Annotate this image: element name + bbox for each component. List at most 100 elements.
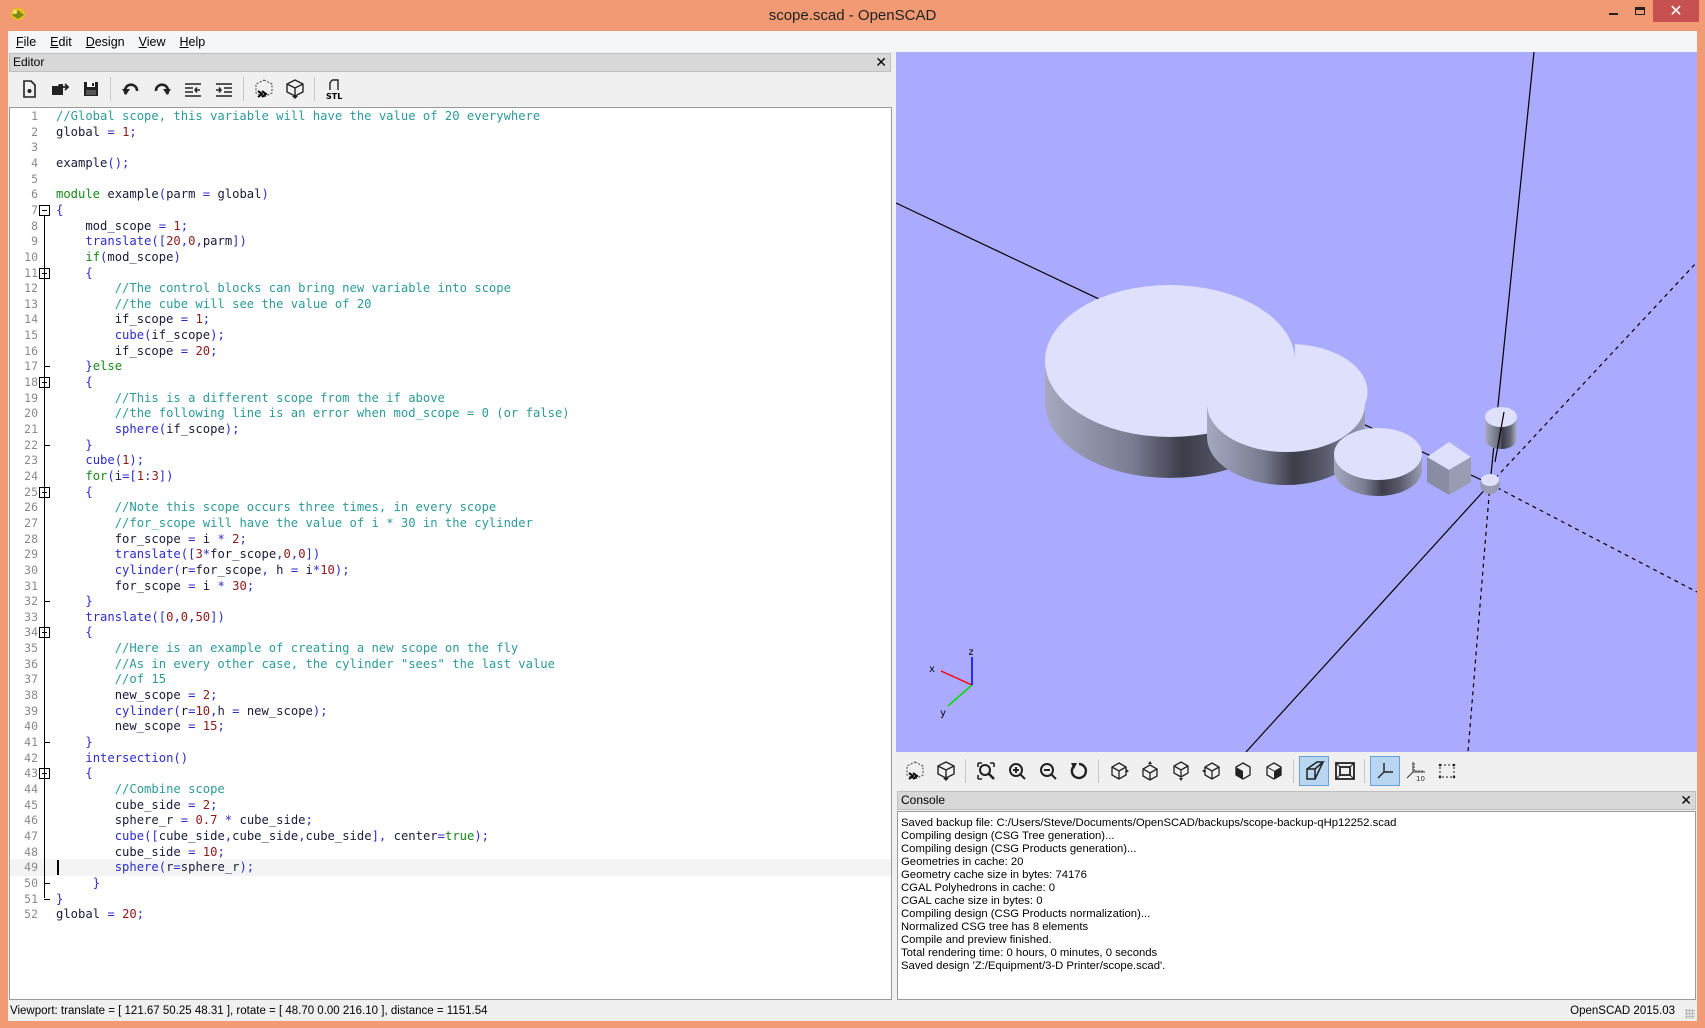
minimize-button[interactable]	[1598, 0, 1628, 22]
code-line[interactable]: 6 module example(parm = global)	[10, 186, 891, 203]
code-line[interactable]: 50 }	[10, 875, 891, 892]
code-line[interactable]: 30 cylinder(r=for_scope, h = i*10);	[10, 562, 891, 579]
code-line[interactable]: 24 for(i=[1:3])	[10, 468, 891, 485]
code-line[interactable]: 29 translate([3*for_scope,0,0])	[10, 546, 891, 563]
code-line[interactable]: 10 if(mod_scope)	[10, 249, 891, 266]
code-line[interactable]: 25 {	[10, 484, 891, 501]
new-file-button[interactable]	[14, 74, 44, 104]
code-line[interactable]: 36 //As in every other case, the cylinde…	[10, 656, 891, 673]
maximize-button[interactable]	[1625, 0, 1655, 22]
code-line[interactable]: 46 sphere_r = 0.7 * cube_side;	[10, 812, 891, 829]
code-line[interactable]: 26 //Note this scope occurs three times,…	[10, 499, 891, 516]
code-line[interactable]: 32 }	[10, 593, 891, 610]
show-axes-button[interactable]	[1370, 756, 1400, 786]
code-line[interactable]: 1 //Global scope, this variable will have…	[10, 108, 891, 125]
zoom-in-button[interactable]	[1002, 756, 1032, 786]
view-bottom-button[interactable]	[1166, 756, 1196, 786]
code-line[interactable]: 4 example();	[10, 155, 891, 172]
reset-view-button[interactable]	[1064, 756, 1094, 786]
code-line[interactable]: 17 }else	[10, 358, 891, 375]
code-line[interactable]: 51}	[10, 891, 891, 908]
zoom-out-button[interactable]	[1033, 756, 1063, 786]
console-output[interactable]: Saved backup file: C:/Users/Steve/Docume…	[897, 811, 1696, 1000]
save-file-button[interactable]	[76, 74, 106, 104]
code-line[interactable]: 12 //The control blocks can bring new va…	[10, 280, 891, 297]
console-close-button[interactable]: ✕	[1680, 792, 1692, 808]
code-line[interactable]: 14 if_scope = 1;	[10, 311, 891, 328]
code-line[interactable]: 39 cylinder(r=10,h = new_scope);	[10, 703, 891, 720]
code-line[interactable]: 48 cube_side = 10;	[10, 844, 891, 861]
line-number: 42	[24, 750, 38, 765]
view-all-button[interactable]	[971, 756, 1001, 786]
code-line[interactable]: 19 //This is a different scope from the …	[10, 390, 891, 407]
code-line[interactable]: 52 global = 20;	[10, 906, 891, 923]
unindent-button[interactable]	[178, 74, 208, 104]
code-line[interactable]: 23 cube(1);	[10, 452, 891, 469]
fold-toggle[interactable]	[39, 265, 51, 282]
code-line[interactable]: 5	[10, 171, 891, 188]
fold-toggle[interactable]	[39, 484, 51, 501]
fold-toggle[interactable]	[39, 624, 51, 641]
code-line[interactable]: 15 cube(if_scope);	[10, 327, 891, 344]
resize-grip[interactable]	[1685, 1009, 1695, 1019]
view-top-button[interactable]	[1135, 756, 1165, 786]
orthogonal-button[interactable]	[1330, 756, 1360, 786]
code-line[interactable]: 41 }	[10, 734, 891, 751]
code-line[interactable]: 47 cube([cube_side,cube_side,cube_side],…	[10, 828, 891, 845]
code-line[interactable]: 45 cube_side = 2;	[10, 797, 891, 814]
view-front-button[interactable]	[1228, 756, 1258, 786]
code-line[interactable]: 16 if_scope = 20;	[10, 343, 891, 360]
render-button[interactable]	[280, 74, 310, 104]
open-file-button[interactable]	[45, 74, 75, 104]
fold-toggle[interactable]	[39, 374, 51, 391]
indent-button[interactable]	[209, 74, 239, 104]
code-line[interactable]: 8 mod_scope = 1;	[10, 218, 891, 235]
code-line[interactable]: 2 global = 1;	[10, 124, 891, 141]
preview-button[interactable]	[249, 74, 279, 104]
code-line[interactable]: 34 {	[10, 624, 891, 641]
code-line[interactable]: 33 translate([0,0,50])	[10, 609, 891, 626]
code-line[interactable]: 38 new_scope = 2;	[10, 687, 891, 704]
code-line[interactable]: 31 for_scope = i * 30;	[10, 578, 891, 595]
perspective-button[interactable]	[1299, 756, 1329, 786]
view-right-button[interactable]	[1104, 756, 1134, 786]
menu-design[interactable]: Design	[86, 35, 125, 49]
3d-viewport[interactable]: x y z	[896, 52, 1697, 752]
menu-file[interactable]: File	[16, 35, 36, 49]
code-line[interactable]: 49 sphere(r=sphere_r);	[10, 859, 891, 877]
show-scale-markers-button[interactable]: 10	[1401, 756, 1431, 786]
view-back-button[interactable]	[1259, 756, 1289, 786]
code-line[interactable]: 22 }	[10, 437, 891, 454]
view-left-button[interactable]	[1197, 756, 1227, 786]
code-line[interactable]: 3	[10, 139, 891, 156]
code-line[interactable]: 40 new_scope = 15;	[10, 718, 891, 735]
code-line[interactable]: 18 {	[10, 374, 891, 391]
export-stl-button[interactable]: STL	[320, 74, 350, 104]
code-editor[interactable]: 1 //Global scope, this variable will have…	[9, 107, 892, 1000]
code-line[interactable]: 43 {	[10, 765, 891, 782]
show-edges-button[interactable]	[1432, 756, 1462, 786]
code-line[interactable]: 28 for_scope = i * 2;	[10, 531, 891, 548]
code-line[interactable]: 42 intersection()	[10, 750, 891, 767]
code-line[interactable]: 21 sphere(if_scope);	[10, 421, 891, 438]
code-line[interactable]: 44 //Combine scope	[10, 781, 891, 798]
editor-close-button[interactable]: ✕	[875, 54, 887, 70]
undo-button[interactable]	[116, 74, 146, 104]
code-line[interactable]: 11 {	[10, 265, 891, 282]
render-button[interactable]	[931, 756, 961, 786]
close-window-button[interactable]: ✕	[1653, 0, 1699, 22]
code-line[interactable]: 35 //Here is an example of creating a ne…	[10, 640, 891, 657]
code-line[interactable]: 20 //the following line is an error when…	[10, 405, 891, 422]
fold-toggle[interactable]	[39, 202, 51, 219]
code-line[interactable]: 9 translate([20,0,parm])	[10, 233, 891, 250]
code-line[interactable]: 27 //for_scope will have the value of i …	[10, 515, 891, 532]
menu-edit[interactable]: Edit	[50, 35, 72, 49]
code-line[interactable]: 7{	[10, 202, 891, 219]
redo-button[interactable]	[147, 74, 177, 104]
fold-toggle[interactable]	[39, 765, 51, 782]
code-line[interactable]: 13 //the cube will see the value of 20	[10, 296, 891, 313]
code-line[interactable]: 37 //of 15	[10, 671, 891, 688]
menu-help[interactable]: Help	[180, 35, 206, 49]
menu-view[interactable]: View	[139, 35, 166, 49]
preview-button[interactable]	[900, 756, 930, 786]
